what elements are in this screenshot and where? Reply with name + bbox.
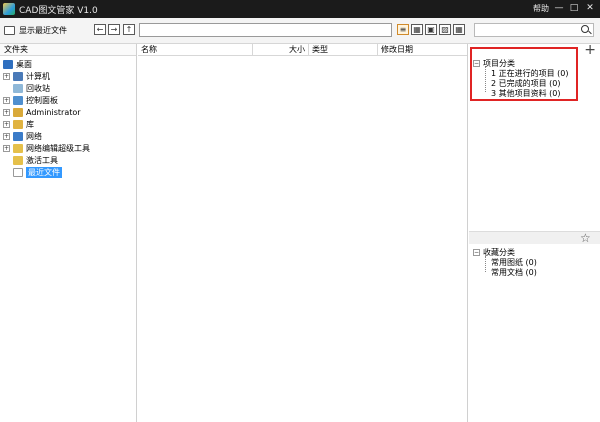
expand-icon[interactable]: + (3, 108, 10, 116)
expand-icon[interactable]: + (3, 144, 10, 152)
tree-item-desktop[interactable]: 桌面 (3, 58, 32, 70)
collapse-icon[interactable]: − (473, 249, 480, 256)
library-icon (13, 119, 23, 129)
maximize-button[interactable]: □ (567, 2, 581, 15)
expand-icon[interactable]: + (3, 120, 10, 128)
forward-arrow-icon[interactable]: → (108, 24, 120, 35)
tree-item-recycle-bin[interactable]: 回收站 (3, 82, 50, 94)
column-header-type[interactable]: 类型 (309, 44, 378, 56)
expand-icon[interactable]: + (3, 96, 10, 104)
tree-item-network-tool[interactable]: + 网络编辑超级工具 (3, 142, 90, 154)
tree-item-label: 桌面 (16, 59, 32, 69)
tree-item-administrator[interactable]: + Administrator (3, 106, 81, 118)
column-header-size[interactable]: 大小 (253, 44, 309, 56)
folder-panel: 文件夹 桌面 + 计算机 回收站 + 控制面板 + Administrator … (0, 44, 137, 422)
toolbar: 显示最近文件 ← → ↑ ≡ ▦ ▣ ▨ ▦ (0, 18, 600, 44)
file-list-header: 名称 大小 类型 修改日期 (138, 44, 467, 56)
tree-item-library[interactable]: + 库 (3, 118, 34, 130)
close-button[interactable]: ✕ (583, 2, 597, 15)
tree-item-label: 网络 (26, 131, 42, 141)
expand-icon[interactable]: + (3, 72, 10, 80)
tree-item-label: 网络编辑超级工具 (26, 143, 90, 153)
column-header-modified-date[interactable]: 修改日期 (378, 44, 467, 56)
help-menu[interactable]: 帮助 (533, 3, 549, 14)
tree-item-label: 计算机 (26, 71, 50, 81)
search-icon[interactable] (581, 25, 589, 33)
app-logo-icon (3, 3, 15, 15)
tree-item-label: 控制面板 (26, 95, 58, 105)
folder-icon (13, 143, 23, 153)
path-input[interactable] (139, 23, 392, 37)
folder-icon (13, 155, 23, 165)
favorite-star-icon[interactable]: ☆ (580, 232, 591, 244)
network-icon (13, 131, 23, 141)
control-panel-icon (13, 95, 23, 105)
show-recent-label: 显示最近文件 (19, 25, 67, 35)
computer-icon (13, 71, 23, 81)
thumbnail-view-icon[interactable]: ▣ (425, 24, 437, 35)
column-header-name[interactable]: 名称 (138, 44, 253, 56)
desktop-icon (3, 59, 13, 69)
tree-item-label-selected: 最近文件 (26, 166, 62, 178)
add-category-icon[interactable]: + (584, 43, 596, 57)
folder-panel-header: 文件夹 (0, 44, 136, 56)
tree-item-activation-tool[interactable]: 激活工具 (3, 154, 58, 166)
tree-item-network[interactable]: + 网络 (3, 130, 42, 142)
detail-view-icon[interactable]: ▦ (411, 24, 423, 35)
tree-item-label: Administrator (26, 107, 81, 117)
folder-icon (4, 25, 15, 35)
up-folder-icon[interactable]: ↑ (123, 24, 135, 35)
highlight-annotation-box (470, 47, 578, 101)
minimize-button[interactable]: — (552, 2, 566, 15)
grid-view-icon[interactable]: ▦ (453, 24, 465, 35)
user-icon (13, 107, 23, 117)
show-recent-button[interactable]: 显示最近文件 (4, 23, 67, 37)
title-bar: CAD图文管家 V1.0 帮助 — □ ✕ (0, 0, 600, 18)
image-view-icon[interactable]: ▨ (439, 24, 451, 35)
tree-item-recent-files[interactable]: 最近文件 (3, 166, 62, 178)
search-input[interactable] (474, 23, 594, 37)
tree-item-label: 回收站 (26, 83, 50, 93)
expand-icon[interactable]: + (3, 132, 10, 140)
list-view-icon[interactable]: ≡ (397, 24, 409, 35)
tree-item-label: 激活工具 (26, 155, 58, 165)
recycle-bin-icon (13, 83, 23, 93)
app-title: CAD图文管家 V1.0 (19, 6, 98, 16)
tree-item-control-panel[interactable]: + 控制面板 (3, 94, 58, 106)
tree-item-label: 库 (26, 119, 34, 129)
file-icon (13, 167, 23, 177)
file-list-panel: 名称 大小 类型 修改日期 (138, 44, 468, 422)
tree-item-computer[interactable]: + 计算机 (3, 70, 50, 82)
back-arrow-icon[interactable]: ← (94, 24, 106, 35)
favorite-category-item[interactable]: 常用文档 (0) (491, 267, 537, 278)
